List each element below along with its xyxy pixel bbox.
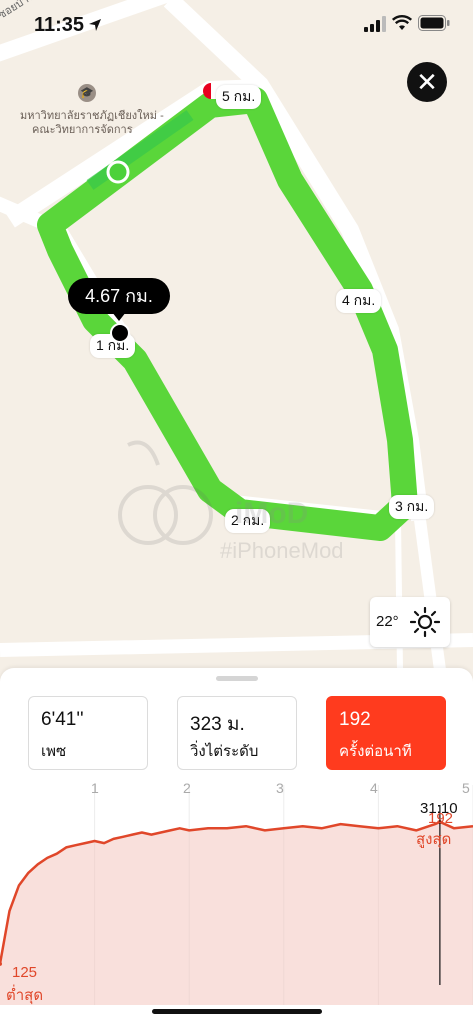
watermark-subtitle: #iPhoneMod <box>220 538 344 563</box>
route-map[interactable]: ซอยบ้านแม่ลามัย 🎓 มหาวิทยาลัยราชภัฏเชียง… <box>0 0 473 670</box>
graduation-cap-icon: 🎓 <box>78 84 96 102</box>
stat-pace-value: 6'41'' <box>41 709 84 730</box>
watermark-logo <box>108 425 218 580</box>
stat-heart-rate-card[interactable]: 192 ครั้งต่อนาที <box>326 696 446 770</box>
x-tick-2: 2 <box>183 780 191 796</box>
location-arrow-icon <box>89 19 101 31</box>
stat-pace-card[interactable]: 6'41'' เพซ <box>28 696 148 770</box>
cellular-signal-icon <box>364 16 386 32</box>
min-hr-label: ต่ำสุด <box>6 987 44 1004</box>
stat-heart-rate-value: 192 <box>339 709 371 730</box>
km-marker-3: 3 กม. <box>389 495 435 519</box>
max-hr-label: สูงสุด <box>416 831 452 848</box>
sheet-grabber[interactable] <box>216 676 258 681</box>
poi-name-sub: คณะวิทยาการจัดการ <box>32 124 133 136</box>
distance-tooltip: 4.67 กม. <box>68 278 170 321</box>
sun-icon <box>410 607 440 637</box>
km-marker-5: 5 กม. <box>216 85 262 109</box>
hr-area <box>0 821 473 1005</box>
heart-rate-chart[interactable] <box>0 775 473 1015</box>
battery-icon <box>418 15 450 31</box>
stat-elevation-value: 323 ม. <box>190 714 245 735</box>
weather-temp: 22° <box>376 613 399 630</box>
start-point-icon <box>106 160 130 184</box>
km-marker-4: 4 กม. <box>336 289 382 313</box>
x-tick-1: 1 <box>91 780 99 796</box>
home-indicator[interactable] <box>152 1009 322 1014</box>
stat-pace-label: เพซ <box>41 743 67 760</box>
stat-elevation-label: วิ่งไต่ระดับ <box>190 743 259 760</box>
close-button[interactable]: ✕ <box>407 62 447 102</box>
watermark-title: iMoD <box>235 497 309 530</box>
stat-elevation-card[interactable]: 323 ม. วิ่งไต่ระดับ <box>177 696 297 770</box>
max-hr-value: 192 <box>428 810 454 827</box>
x-tick-3: 3 <box>276 780 284 796</box>
position-marker <box>110 323 130 343</box>
status-bar: 11:35 <box>0 0 473 50</box>
close-icon: ✕ <box>416 67 438 97</box>
stat-heart-rate-label: ครั้งต่อนาที <box>339 743 412 760</box>
min-hr-value: 125 <box>12 964 38 981</box>
weather-widget: 22° <box>370 597 450 647</box>
status-time: 11:35 <box>34 14 85 36</box>
wifi-icon <box>392 15 412 30</box>
x-tick-4: 4 <box>370 780 378 796</box>
x-tick-5: 5 <box>462 780 470 796</box>
